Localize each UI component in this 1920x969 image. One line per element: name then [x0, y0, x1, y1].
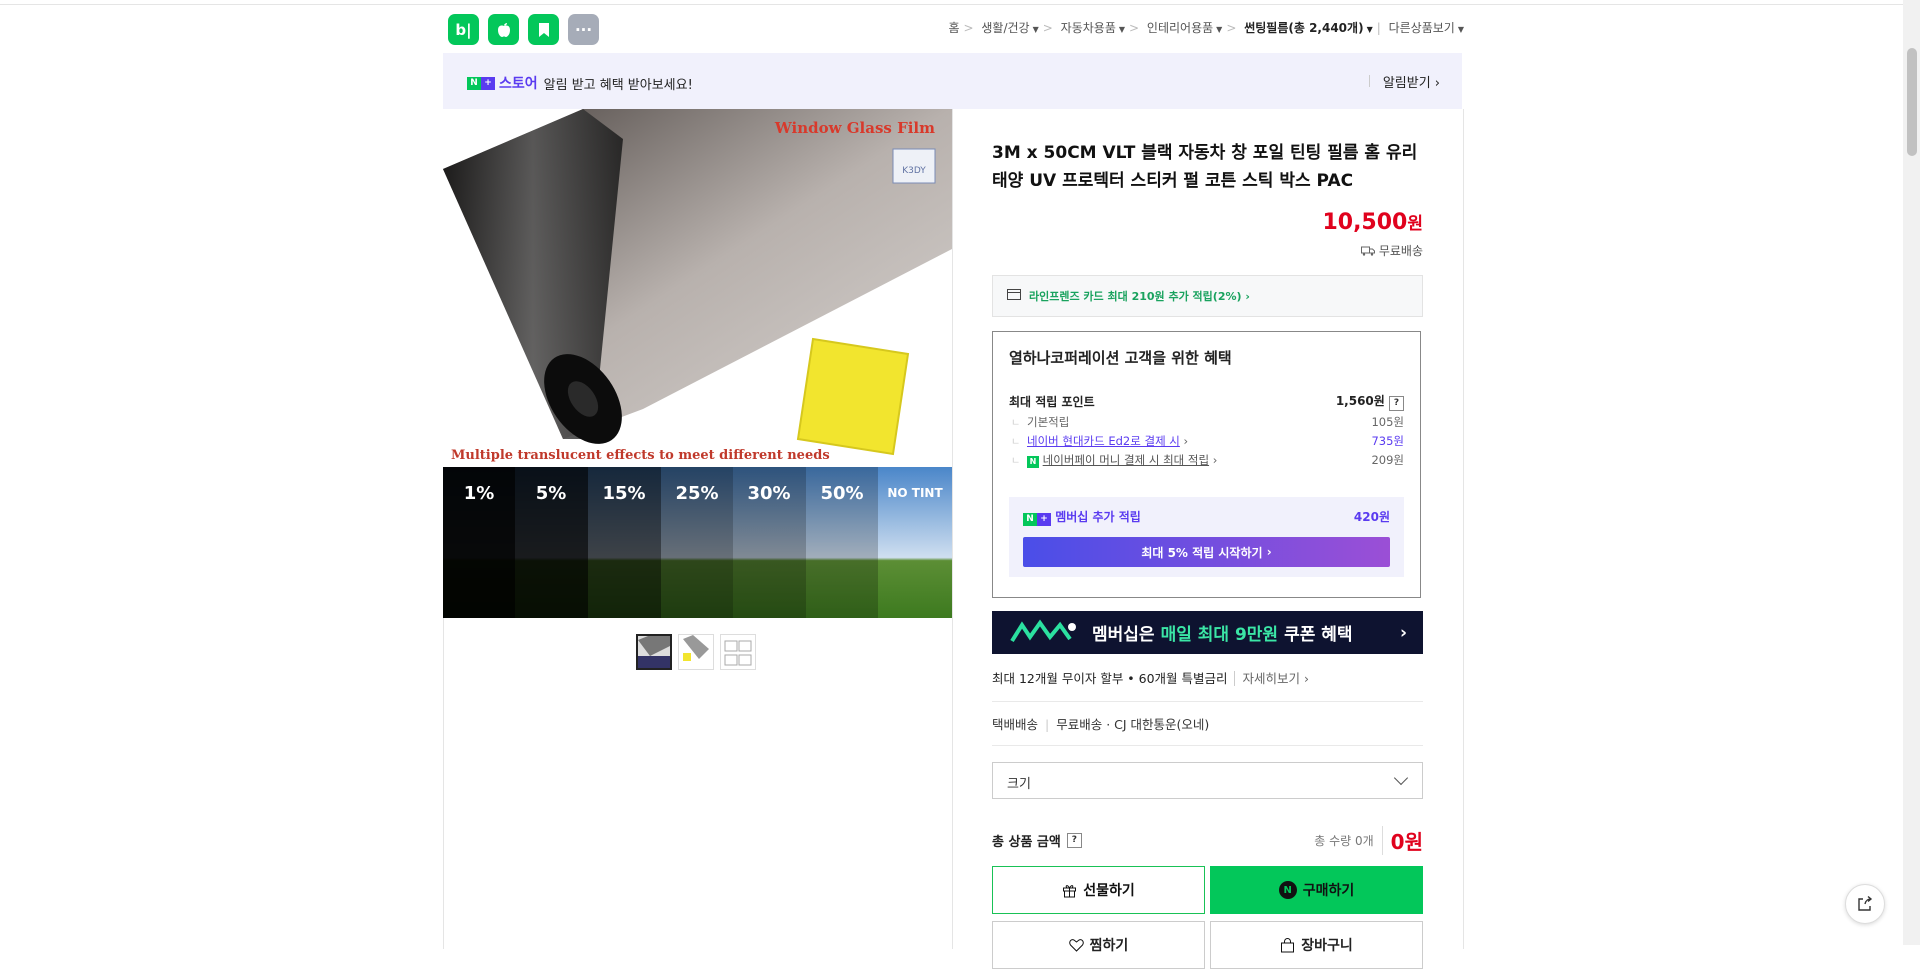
wishlist-button[interactable]: 찜하기 [992, 921, 1205, 969]
total-price-row: 총 상품 금액 ? 총 수량 0개 0원 [992, 826, 1423, 855]
store-notification-banner: N + 스토어 알림 받고 혜택 받아보세요! 알림받기 › [443, 53, 1462, 109]
breadcrumb-other-products[interactable]: 다른상품보기 ▼ [1389, 21, 1464, 35]
help-icon[interactable]: ? [1066, 833, 1082, 848]
naver-n-icon: N [1023, 513, 1037, 526]
caret-down-icon: ▼ [1457, 25, 1464, 34]
credit-card-icon [1007, 289, 1021, 300]
membership-promo-banner[interactable]: 멤버십은 매일 최대 9만원 쿠폰 혜택 › [992, 611, 1423, 654]
breadcrumb-current[interactable]: 썬팅필름(총 2,440개) ▼ [1244, 21, 1373, 35]
chevron-down-icon [1393, 770, 1409, 786]
image-brand: K3DY [902, 166, 926, 176]
cart-button[interactable]: 장바구니 [1210, 921, 1423, 969]
caret-down-icon: ▼ [1216, 25, 1223, 34]
image-bottom-caption: Multiple translucent effects to meet dif… [451, 448, 830, 463]
benefit-row: 기본적립105원 [1009, 414, 1404, 430]
membership-start-button[interactable]: 최대 5% 적립 시작하기 › [1023, 537, 1390, 567]
breadcrumb-category-3[interactable]: 인테리어용품 ▼ [1147, 21, 1222, 35]
image-top-caption: Window Glass Film [774, 119, 935, 137]
caret-down-icon: ▼ [1118, 25, 1126, 34]
divider [992, 701, 1423, 702]
max-points-row: 최대 적립 포인트 1,560원 ? [1009, 392, 1404, 411]
tint-label: 25% [675, 483, 718, 504]
truck-icon [1360, 246, 1375, 256]
breadcrumb-category-1[interactable]: 생활/건강 ▼ [981, 21, 1038, 35]
top-border [0, 0, 1920, 5]
product-title: 3M x 50CM VLT 블랙 자동차 창 포일 틴팅 필름 홈 유리 태양 … [992, 143, 1418, 191]
more-icon[interactable]: ··· [568, 14, 599, 45]
alert-subscribe-link[interactable]: 알림받기 › [1368, 72, 1440, 91]
share-icon [1858, 895, 1873, 911]
seller-benefit-box: 열하나코퍼레이션 고객을 위한 혜택 최대 적립 포인트 1,560원 ? 기본… [992, 331, 1421, 598]
benefit-row[interactable]: 네이버 현대카드 Ed2로 결제 시 ›735원 [1009, 433, 1404, 449]
bookmark-icon[interactable] [528, 14, 559, 45]
plus-icon: + [481, 76, 495, 90]
main-product-image[interactable]: Window Glass Film K3DY Multiple transluc… [443, 109, 952, 618]
tint-label: 50% [820, 483, 863, 504]
thumbnail-1[interactable] [636, 634, 672, 670]
divider [992, 745, 1423, 746]
naverpay-icon: N [1278, 881, 1297, 899]
banner-store-label: 스토어 [499, 76, 538, 92]
thumbnail-2[interactable] [678, 634, 714, 670]
installment-more-link[interactable]: 자세히보기 › [1233, 671, 1310, 686]
column-divider [952, 109, 953, 949]
buy-button[interactable]: N 구매하기 [1210, 866, 1423, 914]
shopping-bag-icon [1281, 937, 1295, 952]
card-offer-box[interactable]: 라인프렌즈 카드 최대 210원 추가 적립(2%) › [992, 275, 1423, 317]
help-icon[interactable]: ? [1389, 396, 1404, 411]
scrollbar[interactable] [1903, 0, 1920, 945]
delivery-info: 택배배송 | 무료배송 · CJ 대한통운(오네) [992, 717, 1210, 732]
gift-icon [1063, 884, 1077, 897]
membership-box: N + 멤버십 추가 적립 420원 최대 5% 적립 시작하기 › [1009, 497, 1404, 577]
caret-down-icon: ▼ [1032, 25, 1039, 34]
breadcrumb: 홈 > 생활/건강 ▼ > 자동차용품 ▼ > 인테리어용품 ▼ > 썬팅필름(총 2,440… [948, 21, 1464, 35]
benefit-heading: 열하나코퍼레이션 고객을 위한 혜택 [1009, 349, 1232, 367]
membership-logo-icon [1010, 619, 1076, 642]
naverpay-icon: N [1027, 456, 1039, 468]
breadcrumb-category-2[interactable]: 자동차용품 ▼ [1061, 21, 1125, 35]
tint-label: 1% [464, 483, 495, 504]
gift-button[interactable]: 선물하기 [992, 866, 1205, 914]
caret-down-icon: ▼ [1366, 25, 1373, 34]
tint-label: 15% [602, 483, 645, 504]
blog-icon[interactable]: b| [448, 14, 479, 45]
tint-label: 5% [536, 483, 567, 504]
breadcrumb-home[interactable]: 홈 [948, 21, 959, 35]
tint-label: NO TINT [887, 486, 943, 500]
plus-icon: + [1037, 513, 1051, 526]
chevron-right-icon: › [1399, 622, 1407, 643]
product-price: 10,500원 [1322, 210, 1423, 235]
header: b| ··· 홈 > 생활/건강 ▼ > 자동차용품 ▼ > 인테리어용품 ▼ > 썬팅필름(… [443, 12, 1464, 45]
installment-info: 최대 12개월 무이자 할부 • 60개월 특별금리 자세히보기 › [992, 671, 1310, 686]
nplus-store-logo: N + 스토어 알림 받고 혜택 받아보세요! [467, 73, 693, 93]
thumbnail-3[interactable] [720, 634, 756, 670]
heart-icon [1068, 939, 1084, 952]
banner-text: 알림 받고 혜택 받아보세요! [543, 77, 693, 93]
size-option-select[interactable]: 크기 [992, 762, 1423, 799]
thumbnail-strip [636, 634, 756, 670]
share-button[interactable] [1845, 884, 1885, 924]
shipping-info: 무료배송 [1360, 242, 1423, 259]
scrollbar-thumb[interactable] [1907, 48, 1917, 156]
apple-icon[interactable] [488, 14, 519, 45]
benefit-row[interactable]: N 네이버페이 머니 결제 시 최대 적립 ›209원 [1009, 452, 1404, 468]
naver-n-icon: N [467, 76, 481, 90]
tint-label: 30% [747, 483, 790, 504]
